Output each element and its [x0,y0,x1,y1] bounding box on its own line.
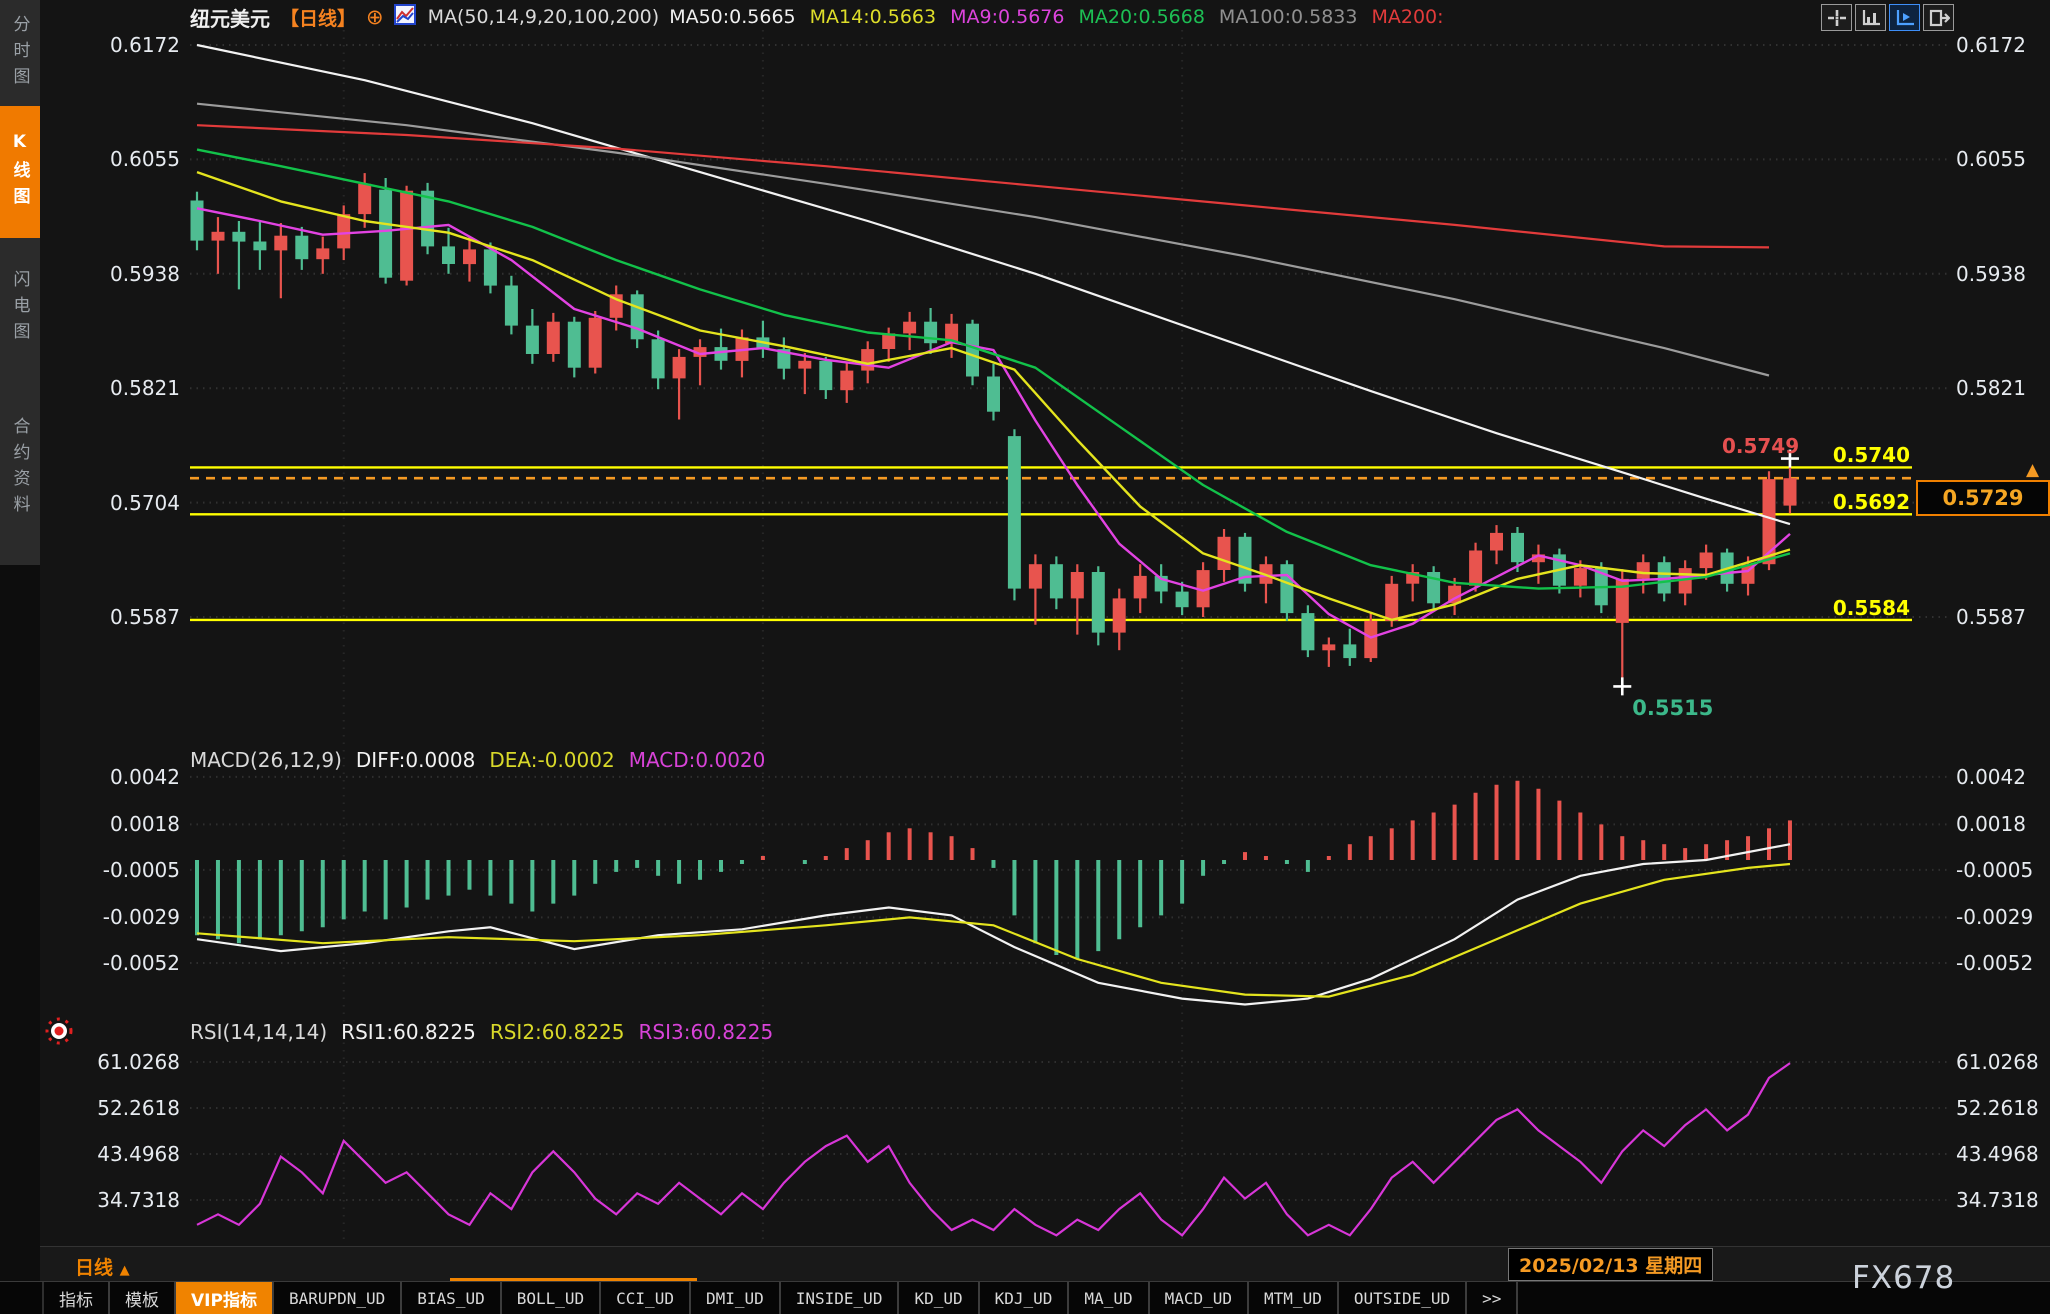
axis-tick-label: 0.5587 [1956,605,2026,629]
toolbar-tab-[interactable]: 指标 [44,1282,110,1314]
axis-tick-label: 61.0268 [52,1050,180,1074]
axis-tick-label: -0.0029 [52,905,180,929]
macd-dea-value: DEA:-0.0002 [489,748,614,772]
axis-tick-label: 0.5821 [1956,376,2026,400]
crosshair-date-box: 2025/02/13 星期四 [1508,1248,1713,1281]
toolbar-tab-kd_ud[interactable]: KD_UD [899,1282,979,1314]
chart-application-window: 分时图K线图闪电图合约资料 纽元美元 【日线】 ⊕ MA(50,14,9,20,… [0,0,2050,1314]
price-up-arrow-icon: ▲ [2026,460,2039,480]
axis-tick-label: 61.0268 [1956,1050,2039,1074]
axis-tick-label: 0.6055 [1956,147,2026,171]
low-point-cross-marker [1613,677,1631,695]
axis-tick-label: -0.0052 [52,951,180,975]
axis-tick-label: 0.5938 [1956,262,2026,286]
macd-diff-value: DIFF:0.0008 [356,748,475,772]
axis-tick-label: 43.4968 [1956,1142,2039,1166]
time-axis-bar: 日线 ▲ 2025/02/13 星期四 [40,1246,2050,1282]
toolbar-tab-bias_ud[interactable]: BIAS_UD [402,1282,501,1314]
rsi-line [197,1063,1790,1235]
macd-dea-line [197,864,1790,997]
last-price-box: 0.5729 [1916,480,2050,516]
axis-tick-label: -0.0052 [1956,951,2033,975]
axis-tick-label: 0.6172 [1956,33,2026,57]
axis-tick-label: 34.7318 [1956,1188,2039,1212]
toolbar-tab-[interactable]: >> [1467,1282,1518,1314]
toolbar-tab-vip[interactable]: VIP指标 [176,1282,274,1314]
toolbar-tab-kdj_ud[interactable]: KDJ_UD [980,1282,1070,1314]
axis-tick-label: -0.0029 [1956,905,2033,929]
toolbar-tab-barupdn_ud[interactable]: BARUPDN_UD [274,1282,402,1314]
toolbar-tab-outside_ud[interactable]: OUTSIDE_UD [1339,1282,1467,1314]
macd-panel-header: MACD(26,12,9) DIFF:0.0008 DEA:-0.0002 MA… [190,748,765,772]
toolbar-tab-boll_ud[interactable]: BOLL_UD [502,1282,601,1314]
axis-tick-label: 0.0042 [52,765,180,789]
toolbar-tab-dmi_ud[interactable]: DMI_UD [691,1282,781,1314]
watermark-logo: FX678 [1852,1260,1955,1296]
axis-tick-label: 0.5692 [1790,490,1910,514]
axis-tick-label: 0.5740 [1790,443,1910,467]
alert-blink-icon[interactable] [42,1014,76,1052]
period-arrow-icon: ▲ [120,1263,130,1278]
rsi1-value: RSI1:60.8225 [341,1020,476,1044]
axis-tick-label: -0.0005 [1956,858,2033,882]
low-marker-label: 0.5515 [1632,696,1713,720]
axis-tick-label: -0.0005 [52,858,180,882]
candlestick-chart[interactable] [0,0,2050,1314]
rsi-panel-header: RSI(14,14,14) RSI1:60.8225 RSI2:60.8225 … [190,1020,773,1044]
macd-macd-value: MACD:0.0020 [629,748,766,772]
ma-line-ma50 [197,45,1790,524]
rsi3-value: RSI3:60.8225 [639,1020,774,1044]
rsi-title: RSI(14,14,14) [190,1020,327,1044]
axis-tick-label: 0.0018 [52,812,180,836]
axis-tick-label: 0.5584 [1790,596,1910,620]
period-label: 日线 [75,1257,113,1279]
candles-group [191,173,1797,686]
indicator-toolbar: 指标模板VIP指标BARUPDN_UDBIAS_UDBOLL_UDCCI_UDD… [0,1281,2050,1314]
axis-tick-label: 0.6055 [52,147,180,171]
toolbar-tab-inside_ud[interactable]: INSIDE_UD [781,1282,900,1314]
axis-tick-label: 43.4968 [52,1142,180,1166]
last-price-value: 0.5729 [1942,486,2023,510]
macd-title: MACD(26,12,9) [190,748,342,772]
axis-tick-label: 34.7318 [52,1188,180,1212]
toolbar-tab-macd_ud[interactable]: MACD_UD [1150,1282,1249,1314]
axis-tick-label: 52.2618 [1956,1096,2039,1120]
rsi2-value: RSI2:60.8225 [490,1020,625,1044]
axis-tick-label: 0.5587 [52,605,180,629]
axis-tick-label: 0.0042 [1956,765,2026,789]
ma-line-ma9 [197,208,1790,637]
period-selector[interactable]: 日线 ▲ [75,1253,130,1280]
axis-tick-label: 0.5821 [52,376,180,400]
axis-tick-label: 0.0018 [1956,812,2026,836]
axis-tick-label: 0.5704 [52,491,180,515]
toolbar-tab-cci_ud[interactable]: CCI_UD [601,1282,691,1314]
toolbar-tab-ma_ud[interactable]: MA_UD [1069,1282,1149,1314]
toolbar-tab-[interactable]: 模板 [110,1282,176,1314]
axis-tick-label: 52.2618 [52,1096,180,1120]
axis-tick-label: 0.5938 [52,262,180,286]
toolbar-spacer [0,1282,44,1314]
high-marker-label: 0.5749 [1722,434,1799,458]
toolbar-tab-mtm_ud[interactable]: MTM_UD [1249,1282,1339,1314]
axis-tick-label: 0.6172 [52,33,180,57]
